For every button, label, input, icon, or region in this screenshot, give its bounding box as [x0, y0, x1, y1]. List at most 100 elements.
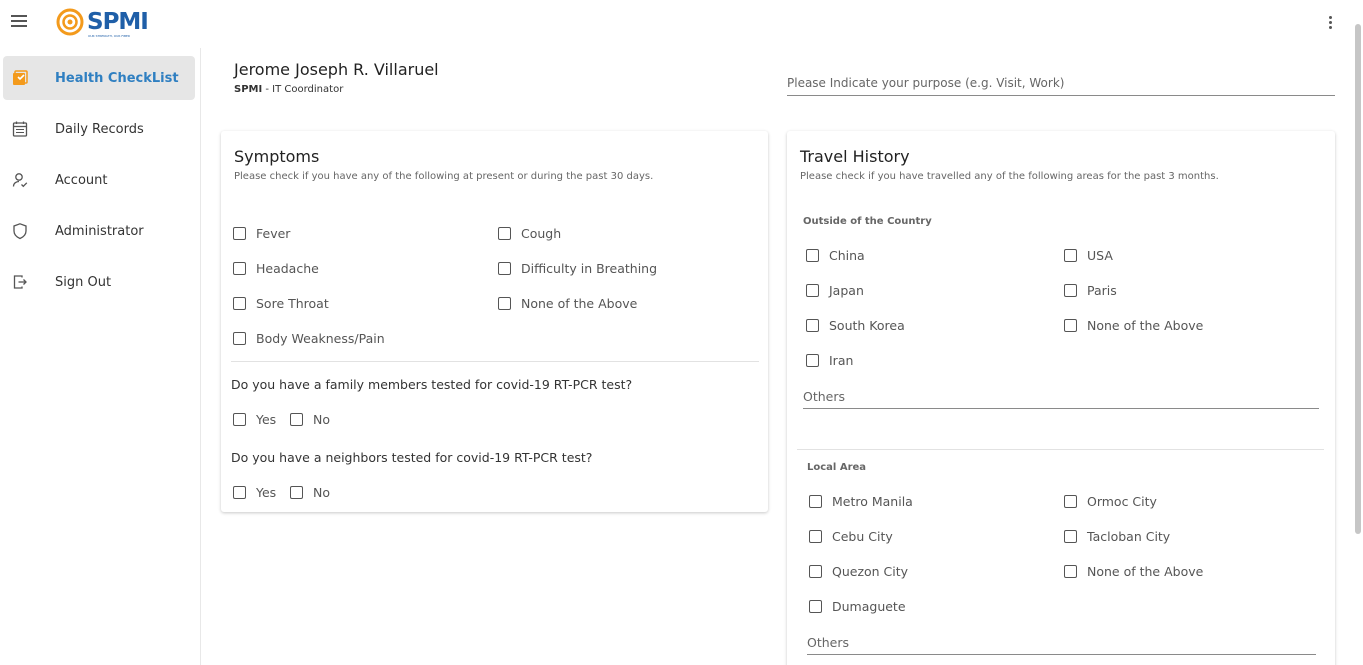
travel-metro-manila-checkbox[interactable]: Metro Manila	[809, 494, 913, 509]
logo-text: SPMI	[87, 9, 149, 35]
checkbox-label: Cebu City	[832, 529, 893, 544]
checkbox-box	[809, 565, 822, 578]
checkbox-label: Quezon City	[832, 564, 909, 579]
checkbox-label: China	[829, 248, 865, 263]
travel-china-checkbox[interactable]: China	[806, 248, 865, 263]
checkbox-label: South Korea	[829, 318, 905, 333]
local-area-label: Local Area	[807, 462, 867, 473]
symptom-sore-throat-checkbox[interactable]: Sore Throat	[233, 296, 329, 311]
sidebar-item-daily-records[interactable]: Daily Records	[3, 107, 195, 151]
symptoms-card: Symptoms Please check if you have any of…	[221, 131, 768, 512]
travel-title: Travel History	[800, 147, 910, 166]
travel-cebu-city-checkbox[interactable]: Cebu City	[809, 529, 893, 544]
symptom-breathing-checkbox[interactable]: Difficulty in Breathing	[498, 261, 657, 276]
sidebar-item-label: Daily Records	[55, 121, 144, 137]
checkbox-label: Yes	[256, 412, 277, 427]
travel-outside-none-checkbox[interactable]: None of the Above	[1064, 318, 1203, 333]
logout-icon	[13, 275, 27, 289]
travel-ormoc-city-checkbox[interactable]: Ormoc City	[1064, 494, 1157, 509]
checkbox-box	[1064, 530, 1077, 543]
checkbox-label: None of the Above	[521, 296, 638, 311]
outside-others-input[interactable]	[803, 385, 1319, 409]
checklist-icon	[13, 70, 28, 85]
travel-iran-checkbox[interactable]: Iran	[806, 353, 853, 368]
checkbox-box	[1064, 495, 1077, 508]
sidebar-item-administrator[interactable]: Administrator	[3, 209, 195, 253]
checkbox-label: USA	[1087, 248, 1113, 263]
user-icon	[12, 173, 28, 188]
local-others-input[interactable]	[807, 631, 1316, 655]
checkbox-box	[809, 530, 822, 543]
travel-quezon-city-checkbox[interactable]: Quezon City	[809, 564, 908, 579]
checkbox-label: Iran	[829, 353, 854, 368]
checkbox-label: Tacloban City	[1087, 529, 1171, 544]
role-title: - IT Coordinator	[262, 84, 344, 95]
neighbors-tested-yes-checkbox[interactable]: Yes	[233, 485, 276, 500]
checkbox-box	[290, 413, 303, 426]
travel-local-none-checkbox[interactable]: None of the Above	[1064, 564, 1203, 579]
checkbox-box	[1064, 249, 1077, 262]
sidebar-item-label: Account	[55, 172, 108, 188]
travel-dumaguete-checkbox[interactable]: Dumaguete	[809, 599, 906, 614]
travel-japan-checkbox[interactable]: Japan	[806, 283, 864, 298]
checkbox-label: No	[313, 485, 330, 500]
symptoms-divider	[231, 361, 759, 362]
checkbox-box	[233, 486, 246, 499]
sidebar-item-sign-out[interactable]: Sign Out	[3, 260, 195, 304]
symptom-body-weakness-checkbox[interactable]: Body Weakness/Pain	[233, 331, 385, 346]
checkbox-box	[233, 413, 246, 426]
sidebar-item-label: Health CheckList	[55, 70, 179, 86]
checkbox-box	[233, 227, 246, 240]
sidebar-item-health-checklist[interactable]: Health CheckList	[3, 56, 195, 100]
user-role: SPMI - IT Coordinator	[234, 84, 343, 95]
travel-tacloban-city-checkbox[interactable]: Tacloban City	[1064, 529, 1170, 544]
checkbox-label: Sore Throat	[256, 296, 329, 311]
neighbors-tested-no-checkbox[interactable]: No	[290, 485, 330, 500]
purpose-input[interactable]	[787, 70, 1335, 96]
top-app-bar: SPMI OUR STRENGTH, OUR FIBER	[0, 0, 1363, 48]
checkbox-label: Yes	[256, 485, 277, 500]
checkbox-box	[290, 486, 303, 499]
neighbors-tested-question: Do you have a neighbors tested for covid…	[231, 450, 593, 465]
travel-south-korea-checkbox[interactable]: South Korea	[806, 318, 905, 333]
checkbox-box	[809, 495, 822, 508]
travel-history-card: Travel History Please check if you have …	[787, 131, 1335, 665]
page-scrollbar[interactable]	[1355, 24, 1361, 534]
checkbox-label: Dumaguete	[832, 599, 906, 614]
checkbox-box	[498, 297, 511, 310]
checkbox-box	[233, 332, 246, 345]
checkbox-box	[498, 262, 511, 275]
checkbox-box	[806, 284, 819, 297]
symptom-headache-checkbox[interactable]: Headache	[233, 261, 319, 276]
family-tested-question: Do you have a family members tested for …	[231, 377, 633, 392]
checkbox-label: Fever	[256, 226, 291, 241]
checkbox-label: None of the Above	[1087, 318, 1204, 333]
hamburger-menu-icon[interactable]	[11, 15, 27, 29]
family-tested-yes-checkbox[interactable]: Yes	[233, 412, 276, 427]
sidebar-item-account[interactable]: Account	[3, 158, 195, 202]
symptom-none-checkbox[interactable]: None of the Above	[498, 296, 637, 311]
family-tested-no-checkbox[interactable]: No	[290, 412, 330, 427]
travel-subtitle: Please check if you have travelled any o…	[800, 171, 1219, 182]
sidebar-item-label: Sign Out	[55, 274, 112, 290]
checkbox-label: Ormoc City	[1087, 494, 1157, 509]
spmi-logo[interactable]: SPMI OUR STRENGTH, OUR FIBER	[56, 8, 149, 38]
checkbox-box	[809, 600, 822, 613]
checkbox-label: Headache	[256, 261, 319, 276]
outside-country-label: Outside of the Country	[803, 216, 932, 227]
checkbox-box	[1064, 319, 1077, 332]
checkbox-box	[1064, 284, 1077, 297]
checkbox-box	[806, 249, 819, 262]
symptom-cough-checkbox[interactable]: Cough	[498, 226, 561, 241]
travel-paris-checkbox[interactable]: Paris	[1064, 283, 1117, 298]
checkbox-label: No	[313, 412, 330, 427]
sidebar-nav: Health CheckList Daily Records Account A…	[0, 48, 201, 665]
symptom-fever-checkbox[interactable]: Fever	[233, 226, 290, 241]
more-options-icon[interactable]	[1329, 16, 1333, 30]
checkbox-box	[498, 227, 511, 240]
checkbox-label: Paris	[1087, 283, 1117, 298]
travel-usa-checkbox[interactable]: USA	[1064, 248, 1113, 263]
logo-tagline: OUR STRENGTH, OUR FIBER	[88, 34, 131, 38]
checkbox-box	[1064, 565, 1077, 578]
checkbox-label: Cough	[521, 226, 562, 241]
